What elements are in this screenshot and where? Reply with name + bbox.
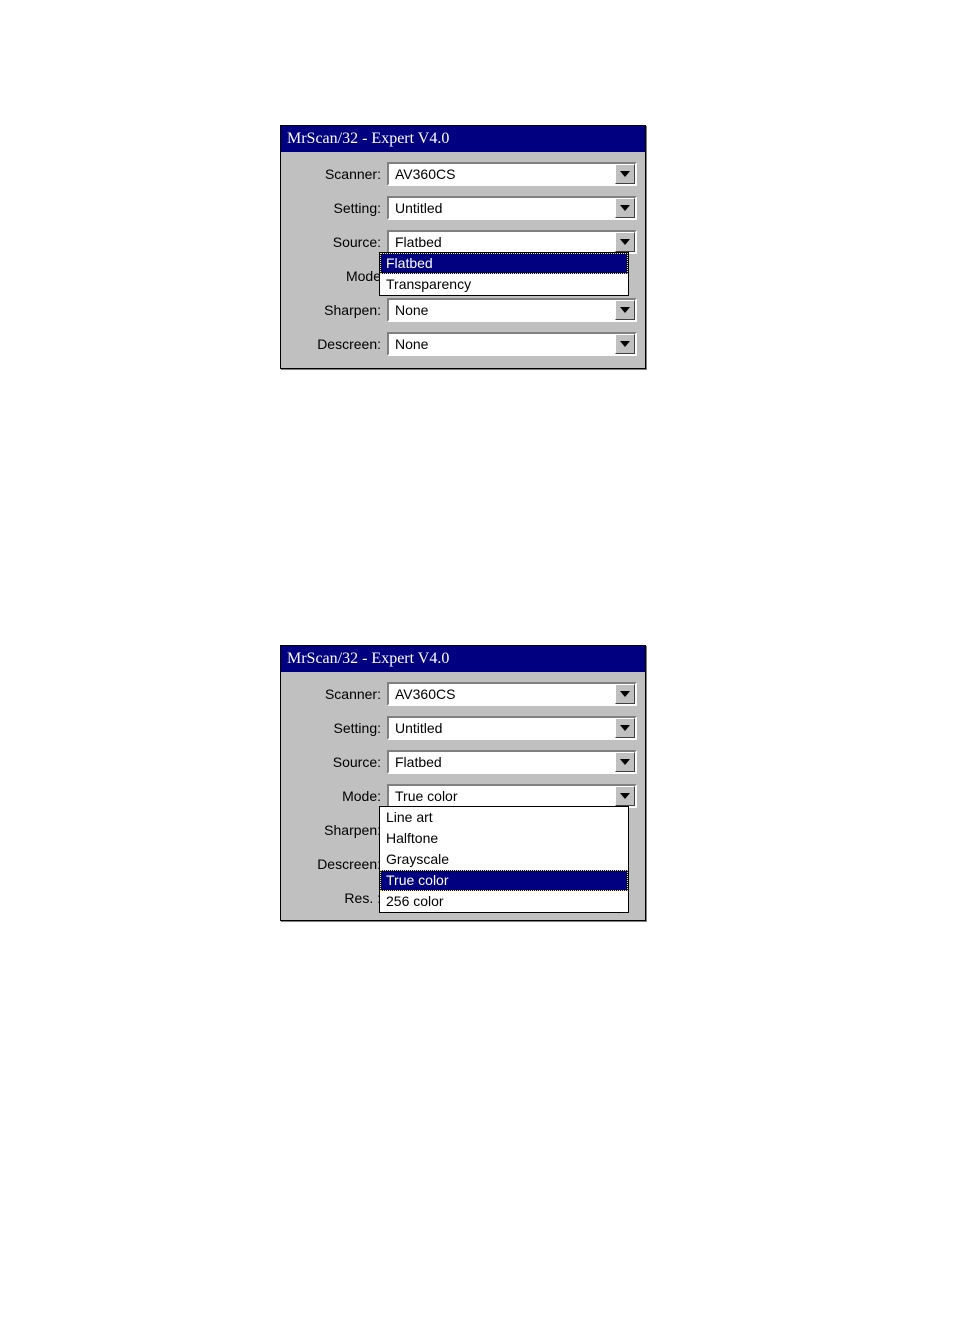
descreen-label: Descreen: bbox=[289, 336, 387, 352]
chevron-down-icon bbox=[620, 691, 630, 697]
panel-body: Scanner: AV360CS Setting: Untitled Sourc… bbox=[281, 152, 645, 368]
setting-row: Setting: Untitled bbox=[289, 194, 637, 222]
scanner-row: Scanner: AV360CS bbox=[289, 160, 637, 188]
mode-listbox[interactable]: Line art Halftone Grayscale True color 2… bbox=[379, 806, 629, 913]
source-combo[interactable]: Flatbed bbox=[387, 750, 637, 774]
dropdown-button[interactable] bbox=[615, 334, 635, 354]
sharpen-row: Sharpen: None bbox=[289, 296, 637, 324]
chevron-down-icon bbox=[620, 205, 630, 211]
chevron-down-icon bbox=[620, 793, 630, 799]
setting-label: Setting: bbox=[289, 200, 387, 216]
setting-row: Setting: Untitled bbox=[289, 714, 637, 742]
source-value: Flatbed bbox=[389, 754, 615, 770]
window-title: MrScan/32 - Expert V4.0 bbox=[281, 646, 645, 672]
mode-option-grayscale[interactable]: Grayscale bbox=[380, 849, 628, 870]
setting-value: Untitled bbox=[389, 720, 615, 736]
scanner-panel-1: MrScan/32 - Expert V4.0 Scanner: AV360CS… bbox=[280, 125, 646, 369]
scanner-panel-2: MrScan/32 - Expert V4.0 Scanner: AV360CS… bbox=[280, 645, 646, 921]
sharpen-label: Sharpen: bbox=[289, 822, 387, 838]
descreen-row: Descreen: None bbox=[289, 330, 637, 358]
mode-option-halftone[interactable]: Halftone bbox=[380, 828, 628, 849]
scanner-row: Scanner: AV360CS bbox=[289, 680, 637, 708]
source-value: Flatbed bbox=[389, 234, 615, 250]
dropdown-button[interactable] bbox=[615, 752, 635, 772]
setting-combo[interactable]: Untitled bbox=[387, 196, 637, 220]
source-option-flatbed[interactable]: Flatbed bbox=[380, 253, 628, 274]
scanner-label: Scanner: bbox=[289, 686, 387, 702]
dropdown-button[interactable] bbox=[615, 786, 635, 806]
dropdown-button[interactable] bbox=[615, 300, 635, 320]
setting-value: Untitled bbox=[389, 200, 615, 216]
source-row: Source: Flatbed bbox=[289, 748, 637, 776]
sharpen-value: None bbox=[389, 302, 615, 318]
scanner-combo[interactable]: AV360CS bbox=[387, 162, 637, 186]
dropdown-button[interactable] bbox=[615, 232, 635, 252]
res-label: Res. : bbox=[289, 890, 387, 906]
sharpen-label: Sharpen: bbox=[289, 302, 387, 318]
dropdown-button[interactable] bbox=[615, 198, 635, 218]
dropdown-button[interactable] bbox=[615, 718, 635, 738]
source-combo[interactable]: Flatbed bbox=[387, 230, 637, 254]
dropdown-button[interactable] bbox=[615, 164, 635, 184]
mode-option-truecolor[interactable]: True color bbox=[380, 870, 628, 891]
scanner-value: AV360CS bbox=[389, 166, 615, 182]
scanner-combo[interactable]: AV360CS bbox=[387, 682, 637, 706]
mode-option-256color[interactable]: 256 color bbox=[380, 891, 628, 912]
chevron-down-icon bbox=[620, 239, 630, 245]
descreen-combo[interactable]: None bbox=[387, 332, 637, 356]
mode-value: True color bbox=[389, 788, 615, 804]
source-label: Source: bbox=[289, 754, 387, 770]
setting-combo[interactable]: Untitled bbox=[387, 716, 637, 740]
chevron-down-icon bbox=[620, 759, 630, 765]
descreen-value: None bbox=[389, 336, 615, 352]
source-listbox[interactable]: Flatbed Transparency bbox=[379, 252, 629, 296]
mode-option-lineart[interactable]: Line art bbox=[380, 807, 628, 828]
chevron-down-icon bbox=[620, 171, 630, 177]
scanner-label: Scanner: bbox=[289, 166, 387, 182]
scanner-value: AV360CS bbox=[389, 686, 615, 702]
sharpen-combo[interactable]: None bbox=[387, 298, 637, 322]
window-title: MrScan/32 - Expert V4.0 bbox=[281, 126, 645, 152]
chevron-down-icon bbox=[620, 341, 630, 347]
source-option-transparency[interactable]: Transparency bbox=[380, 274, 628, 295]
chevron-down-icon bbox=[620, 725, 630, 731]
descreen-label: Descreen: bbox=[289, 856, 387, 872]
mode-label: Mode bbox=[289, 268, 387, 284]
mode-label: Mode: bbox=[289, 788, 387, 804]
chevron-down-icon bbox=[620, 307, 630, 313]
mode-combo[interactable]: True color bbox=[387, 784, 637, 808]
setting-label: Setting: bbox=[289, 720, 387, 736]
source-label: Source: bbox=[289, 234, 387, 250]
panel-body: Scanner: AV360CS Setting: Untitled Sourc… bbox=[281, 672, 645, 920]
dropdown-button[interactable] bbox=[615, 684, 635, 704]
